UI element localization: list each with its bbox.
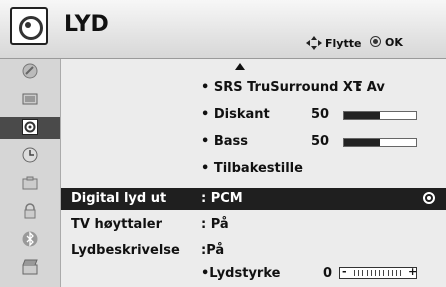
volume-tick	[396, 270, 397, 276]
sidebar-item-picture[interactable]	[0, 89, 60, 111]
menu-header: LYD Flytte OK	[0, 0, 446, 59]
sound-icon	[22, 119, 38, 135]
sound-menu-content: • SRS TruSurround XT : Av • Diskant 50 •…	[61, 59, 446, 287]
menu-row-audio-description[interactable]: Lydbeskrivelse :På	[61, 240, 446, 262]
diskant-slider[interactable]	[343, 111, 417, 120]
srs-value: : Av	[357, 80, 385, 95]
selected-radio-icon	[423, 192, 435, 204]
volume-tick	[391, 270, 393, 276]
volume-balance-slider[interactable]: - +	[339, 265, 418, 279]
menu-row-volume[interactable]: •Lydstyrke 0 - +	[61, 263, 446, 285]
sidebar-item-sound[interactable]	[0, 117, 60, 139]
sidebar-item-bluetooth[interactable]	[0, 229, 60, 251]
menu-row-reset[interactable]: • Tilbakestille	[61, 158, 446, 180]
volume-tick	[358, 270, 360, 276]
menu-row-bass[interactable]: • Bass 50	[61, 131, 446, 153]
scroll-up-arrow-icon[interactable]	[235, 63, 245, 70]
diskant-label: • Diskant	[201, 107, 270, 122]
satellite-dish-icon	[22, 63, 38, 79]
sidebar-item-time[interactable]	[0, 145, 60, 167]
menu-row-diskant[interactable]: • Diskant 50	[61, 104, 446, 126]
diskant-slider-fill	[344, 112, 380, 119]
sidebar-item-lock[interactable]	[0, 201, 60, 223]
volume-label: •Lydstyrke	[201, 266, 281, 281]
clock-icon	[22, 147, 38, 163]
ok-button-icon	[370, 36, 381, 47]
diskant-value: 50	[311, 107, 330, 122]
digital-out-label: Digital lyd ut	[71, 191, 167, 206]
ok-hint: OK	[370, 36, 403, 49]
media-clapper-icon	[22, 259, 38, 275]
menu-row-tv-speaker[interactable]: TV høyttaler : På	[61, 214, 446, 236]
digital-out-value: : PCM	[201, 191, 243, 206]
volume-value: 0	[323, 266, 333, 281]
bass-value: 50	[311, 134, 330, 149]
sidebar-item-media[interactable]	[0, 257, 60, 279]
srs-label: • SRS TruSurround XT	[201, 80, 362, 95]
speaker-icon	[10, 7, 48, 45]
bass-slider[interactable]	[343, 138, 417, 147]
picture-icon	[22, 93, 38, 105]
bluetooth-icon	[22, 231, 38, 247]
volume-tick	[354, 270, 355, 276]
menu-row-srs[interactable]: • SRS TruSurround XT : Av	[61, 77, 446, 99]
sidebar-item-options[interactable]	[0, 173, 60, 195]
speaker-ring	[19, 16, 43, 40]
page-title: LYD	[64, 12, 109, 37]
audio-desc-label: Lydbeskrivelse	[71, 243, 180, 258]
navigation-arrows-icon	[306, 36, 322, 50]
bass-label: • Bass	[201, 134, 248, 149]
volume-tick	[366, 270, 368, 276]
reset-label: • Tilbakestille	[201, 161, 303, 176]
volume-tick	[370, 270, 372, 276]
bass-slider-fill	[344, 139, 380, 146]
volume-tick	[387, 270, 389, 276]
lock-icon	[24, 203, 36, 219]
sidebar-item-channels[interactable]	[0, 61, 60, 83]
volume-tick	[383, 270, 385, 276]
options-icon	[22, 176, 38, 190]
volume-tick	[375, 270, 376, 276]
volume-tick	[379, 270, 381, 276]
move-hint: Flytte	[306, 36, 361, 50]
volume-tick	[400, 270, 402, 276]
audio-desc-value: :På	[201, 243, 225, 258]
tv-menu-screen: LYD Flytte OK • SRS TruSurround XT: Av …	[0, 0, 446, 287]
speaker-center	[25, 22, 31, 28]
tv-speaker-label: TV høyttaler	[71, 217, 162, 232]
ok-hint-label: OK	[385, 36, 403, 49]
volume-minus-sign: -	[342, 265, 347, 278]
sidebar	[0, 59, 61, 287]
menu-row-digital-audio-out[interactable]: Digital lyd ut : PCM	[61, 188, 446, 210]
move-hint-label: Flytte	[325, 37, 362, 50]
tv-speaker-value: : På	[201, 217, 229, 232]
volume-tick	[362, 270, 364, 276]
volume-plus-sign: +	[408, 265, 418, 278]
